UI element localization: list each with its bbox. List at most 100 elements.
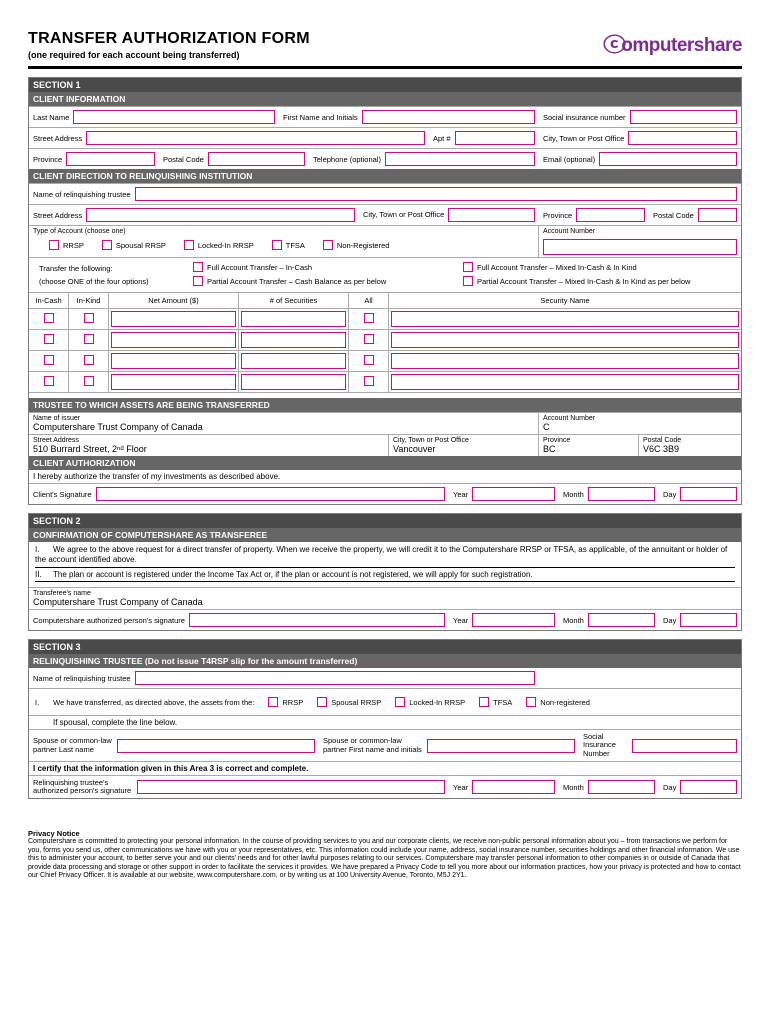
s3-month-input[interactable] [588,780,655,794]
s3-year-input[interactable] [472,780,555,794]
phone-input[interactable] [385,152,535,166]
postal-input[interactable] [208,152,305,166]
trustee-name-input[interactable] [135,187,737,201]
section-3-title: SECTION 3 [29,640,741,654]
first-name-label: First Name and Initials [283,113,358,122]
row2-sec-input[interactable] [241,332,346,348]
opt1-checkbox[interactable] [193,262,203,272]
row4-net-input[interactable] [111,374,236,390]
phone-label: Telephone (optional) [313,155,381,164]
email-input[interactable] [599,152,737,166]
s3-locked-checkbox[interactable] [395,697,405,707]
s3-day-input[interactable] [680,780,737,794]
spouse-last-input[interactable] [117,739,315,753]
row1-inkind-checkbox[interactable] [84,313,94,323]
province2-input[interactable] [576,208,645,222]
form-subtitle: (one required for each account being tra… [28,50,310,60]
row1-incash-checkbox[interactable] [44,313,54,323]
s3-sig-input[interactable] [137,780,445,794]
row2-incash-checkbox[interactable] [44,334,54,344]
account-number-input[interactable] [543,239,737,255]
trustee-to-head: TRUSTEE TO WHICH ASSETS ARE BEING TRANSF… [29,398,741,412]
city-input[interactable] [628,131,737,145]
row1-all-checkbox[interactable] [364,313,374,323]
section-1-title: SECTION 1 [29,78,741,92]
city2-input[interactable] [448,208,535,222]
row2-name-input[interactable] [391,332,739,348]
opt4-checkbox[interactable] [463,276,473,286]
section-2-sub: CONFIRMATION OF COMPUTERSHARE AS TRANSFE… [29,528,741,542]
row3-name-input[interactable] [391,353,739,369]
s3-trustee-name-label: Name of relinquishing trustee [33,674,131,683]
spouse-first-input[interactable] [427,739,575,753]
row3-inkind-checkbox[interactable] [84,355,94,365]
row4-name-input[interactable] [391,374,739,390]
row2-net-input[interactable] [111,332,236,348]
form-title: TRANSFER AUTHORIZATION FORM [28,30,310,48]
title-block: TRANSFER AUTHORIZATION FORM (one require… [28,30,310,60]
last-name-input[interactable] [73,110,275,124]
client-sig-input[interactable] [96,487,445,501]
tfsa-checkbox[interactable] [272,240,282,250]
section-1: SECTION 1 CLIENT INFORMATION Last Name F… [28,77,742,505]
s2-month-input[interactable] [588,613,655,627]
province-input[interactable] [66,152,155,166]
street-input[interactable] [86,131,425,145]
securities-row [29,350,741,371]
spousal-rrsp-checkbox[interactable] [102,240,112,250]
s3-tfsa-checkbox[interactable] [479,697,489,707]
s3-trustee-name-input[interactable] [135,671,535,685]
row4-inkind-checkbox[interactable] [84,376,94,386]
street2-input[interactable] [86,208,355,222]
row3-incash-checkbox[interactable] [44,355,54,365]
sig-day-input[interactable] [680,487,737,501]
row1-name-input[interactable] [391,311,739,327]
row3-net-input[interactable] [111,353,236,369]
postal2-input[interactable] [698,208,737,222]
row4-all-checkbox[interactable] [364,376,374,386]
row2-all-checkbox[interactable] [364,334,374,344]
row4-sec-input[interactable] [241,374,346,390]
s2-item2: The plan or account is registered under … [53,570,533,579]
client-sig-label: Client's Signature [33,490,92,499]
row1-sec-input[interactable] [241,311,346,327]
spouse-sin-input[interactable] [632,739,737,753]
s3-rrsp-checkbox[interactable] [268,697,278,707]
nonreg-checkbox[interactable] [323,240,333,250]
s3-nonreg-checkbox[interactable] [526,697,536,707]
sin-label: Social insurance number [543,113,626,122]
email-label: Email (optional) [543,155,595,164]
section-2-title: SECTION 2 [29,514,741,528]
row3-sec-input[interactable] [241,353,346,369]
sin-input[interactable] [630,110,737,124]
opt2-checkbox[interactable] [463,262,473,272]
row4-incash-checkbox[interactable] [44,376,54,386]
rrsp-checkbox[interactable] [49,240,59,250]
apt-input[interactable] [455,131,535,145]
section-2: SECTION 2 CONFIRMATION OF COMPUTERSHARE … [28,513,742,631]
s2-day-input[interactable] [680,613,737,627]
direction-head: CLIENT DIRECTION TO RELINQUISHING INSTIT… [29,169,741,183]
s2-item1: We agree to the above request for a dire… [35,545,727,564]
cs-sig-input[interactable] [189,613,445,627]
city2-label: City, Town or Post Office [363,211,444,219]
s3-sig-label: Relinquishing trustee's authorized perso… [33,779,133,796]
row2-inkind-checkbox[interactable] [84,334,94,344]
row1-net-input[interactable] [111,311,236,327]
postal-label: Postal Code [163,155,204,164]
row3-all-checkbox[interactable] [364,355,374,365]
s3-transfer-text: We have transferred, as directed above, … [53,698,254,707]
s2-year-input[interactable] [472,613,555,627]
issuer-acct-label: Account Number [543,415,737,422]
apt-label: Apt # [433,134,451,143]
securities-row [29,308,741,329]
first-name-input[interactable] [362,110,535,124]
opt3-checkbox[interactable] [193,276,203,286]
issuer-city-value: Vancouver [393,444,534,454]
sig-month-input[interactable] [588,487,655,501]
last-name-label: Last Name [33,113,69,122]
locked-rrsp-checkbox[interactable] [184,240,194,250]
transferee-name-value: Computershare Trust Company of Canada [33,597,737,607]
s3-spousal-checkbox[interactable] [317,697,327,707]
sig-year-input[interactable] [472,487,555,501]
